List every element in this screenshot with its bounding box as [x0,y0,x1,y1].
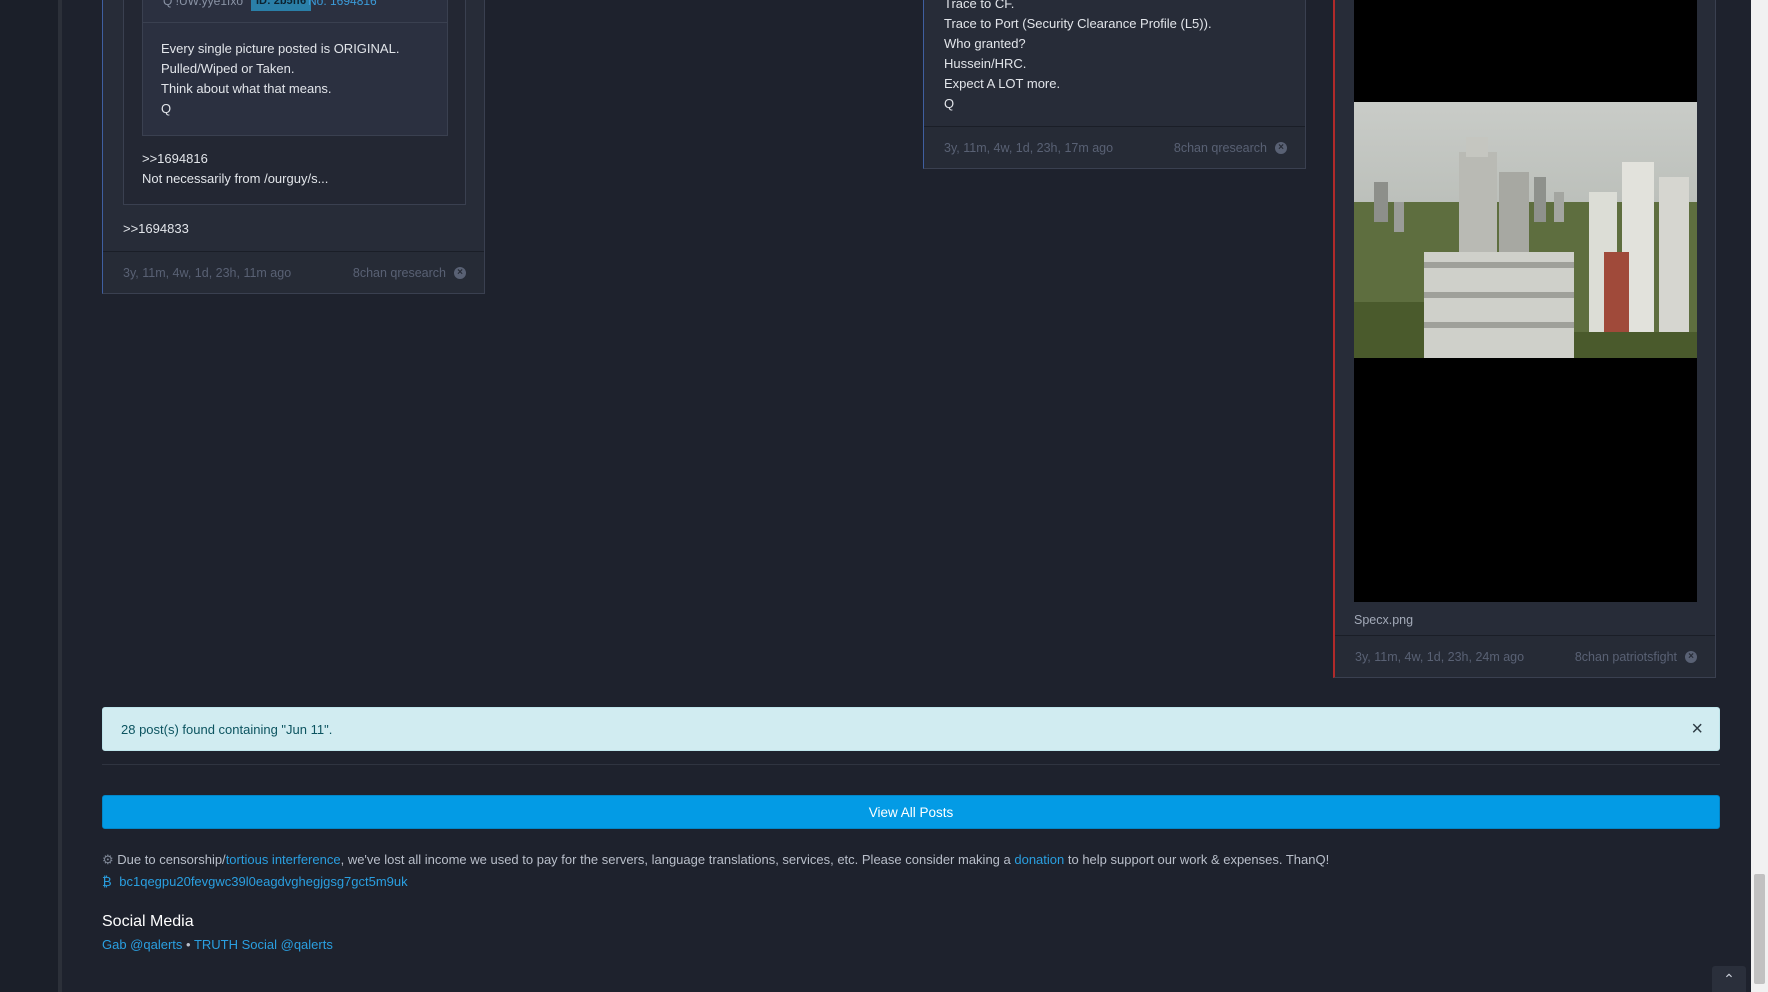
quote-line: Q [161,101,172,116]
post-image[interactable] [1354,0,1697,602]
social-links: Gab @qalerts • TRUTH Social @qalerts [102,937,333,952]
close-circle-icon[interactable]: × [454,266,466,279]
donation-message: ⚙ Due to censorship/tortious interferenc… [102,852,1329,868]
city-skyline-image [1354,102,1697,358]
close-circle-icon[interactable]: × [1685,650,1697,663]
post-source: 8chan qresearch × [1174,138,1287,158]
image-filename[interactable]: Specx.png [1354,610,1413,630]
close-circle-icon[interactable]: × [1275,141,1287,154]
server-icon: ⚙ [102,852,114,867]
scroll-to-top-button[interactable]: ⌃ [1712,966,1746,992]
search-results-notice: 28 post(s) found containing "Jun 11". × [102,707,1720,751]
post-line: Who granted? [944,36,1026,51]
gab-link[interactable]: Gab @qalerts [102,937,182,952]
post-timestamp: 3y, 11m, 4w, 1d, 23h, 17m ago [944,140,1114,155]
post-line: Trace to CF. [944,0,1015,11]
quote-line: Think about what that means. [161,81,332,96]
post-line: Expect A LOT more. [944,76,1061,91]
donation-link[interactable]: donation [1014,852,1064,867]
nested-quoted-post: Q !UW.yye1fxo ID: 2b5ff6 No. 1694816 Eve… [142,0,448,136]
chevron-up-icon: ⌃ [1723,971,1735,987]
donation-middle: , we've lost all income we used to pay f… [340,852,1015,867]
quote-post-link[interactable]: No. 1694816 [308,0,377,11]
page-scrollbar[interactable] [1751,0,1768,992]
bitcoin-icon: ₿ [102,874,112,889]
donation-suffix: to help support our work & expenses. Tha… [1064,852,1330,867]
view-all-posts-button[interactable]: View All Posts [102,795,1720,829]
city-photo [1354,102,1697,358]
post-source: 8chan patriotsfight × [1575,647,1697,667]
scrollbar-thumb[interactable] [1754,874,1765,984]
quote-id-badge: ID: 2b5ff6 [251,0,312,11]
close-icon[interactable]: × [1691,718,1703,741]
notice-text: 28 post(s) found containing "Jun 11". [121,721,333,737]
reply-text: Not necessarily from /ourguy/s... [142,171,329,186]
quote-body: Every single picture posted is ORIGINAL.… [161,39,399,119]
reply-ref-link[interactable]: >>1694816 [142,149,328,169]
truth-social-link[interactable]: TRUTH Social @qalerts [194,937,333,952]
donation-prefix: Due to censorship/ [117,852,226,867]
quote-line: Pulled/Wiped or Taken. [161,61,295,76]
btc-address-line: ₿ bc1qegpu20fevgwc39l0eagdvghegjgsg7gct5… [102,874,408,889]
divider [102,764,1720,765]
post-line: Trace to Port (Security Clearance Profil… [944,16,1212,31]
post-card-left: Q !UW.yye1fxo ID: 2b5ff6 No. 1694816 Eve… [102,0,485,294]
post-source-label: 8chan qresearch [352,265,446,280]
post-body: Trace to CF. Trace to Port (Security Cle… [944,0,1212,114]
quote-header: Q !UW.yye1fxo ID: 2b5ff6 No. 1694816 [143,0,447,23]
post-timestamp: 3y, 11m, 4w, 1d, 23h, 24m ago [1355,649,1525,664]
quote-tripcode: Q !UW.yye1fxo [163,0,244,8]
post-card-middle: Trace to CF. Trace to Port (Security Cle… [923,0,1306,169]
tortious-interference-link[interactable]: tortious interference [226,852,341,867]
post-footer: 3y, 11m, 4w, 1d, 23h, 17m ago 8chan qres… [924,126,1305,168]
post-footer: 3y, 11m, 4w, 1d, 23h, 11m ago 8chan qres… [103,251,484,293]
post-footer: 3y, 11m, 4w, 1d, 23h, 24m ago 8chan patr… [1335,635,1715,677]
quote-line: Every single picture posted is ORIGINAL. [161,41,400,56]
social-separator: • [182,937,194,952]
left-sidebar-strip [0,0,62,992]
post-source: 8chan qresearch × [353,263,466,283]
post-card-right: Specx.png 3y, 11m, 4w, 1d, 23h, 24m ago … [1333,0,1716,678]
post-timestamp: 3y, 11m, 4w, 1d, 23h, 11m ago [123,265,292,280]
btc-address: bc1qegpu20fevgwc39l0eagdvghegjgsg7gct5m9… [119,874,408,889]
post-line: Q [944,96,955,111]
post-source-label: 8chan qresearch [1173,140,1267,155]
post-body-ref[interactable]: >>1694833 [123,219,189,239]
reply-body: >>1694816 Not necessarily from /ourguy/s… [142,149,328,189]
social-media-title: Social Media [102,913,194,930]
post-source-label: 8chan patriotsfight [1574,649,1677,664]
btc-address-link[interactable]: ₿ bc1qegpu20fevgwc39l0eagdvghegjgsg7gct5… [102,874,408,889]
quoted-post: Q !UW.yye1fxo ID: 2b5ff6 No. 1694816 Eve… [123,0,466,205]
post-line: Hussein/HRC. [944,56,1027,71]
